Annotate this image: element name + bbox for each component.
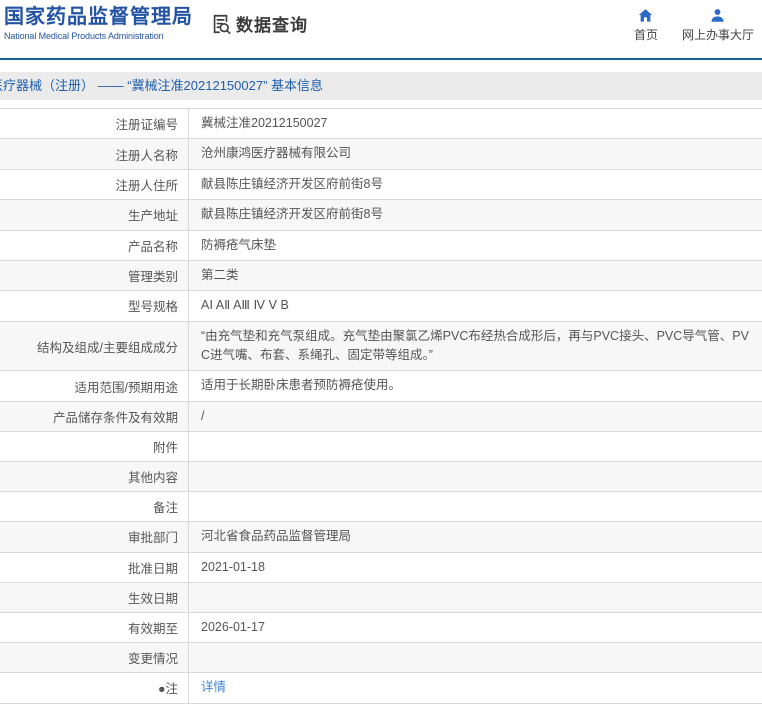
detail-link[interactable]: 详情 [201,680,226,694]
row-label: 其他内容 [0,462,189,492]
row-value [189,492,762,522]
nmpa-logo: 国家药品监督管理局 National Medical Products Admi… [4,7,192,41]
breadcrumb: 医疗器械（注册） —— “冀械注准20212150027” 基本信息 [0,72,762,100]
page-header: 国家药品监督管理局 National Medical Products Admi… [0,0,762,60]
table-row: ●注详情 [0,673,762,703]
row-value: 2021-01-18 [189,552,762,582]
table-row: 注册人住所献县陈庄镇经济开发区府前街8号 [0,169,762,199]
table-row: 管理类别第二类 [0,260,762,290]
row-label: 附件 [0,432,189,462]
row-label: 产品名称 [0,230,189,260]
nav-service-hall-label: 网上办事大厅 [682,26,754,43]
row-value: 防褥疮气床垫 [189,230,762,260]
table-row: 批准日期2021-01-18 [0,552,762,582]
row-label: 注册证编号 [0,109,189,139]
info-table-body: 注册证编号冀械注准20212150027注册人名称沧州康鸿医疗器械有限公司注册人… [0,109,762,704]
table-row: 注册证编号冀械注准20212150027 [0,109,762,139]
user-icon [710,8,725,23]
row-value [189,462,762,492]
data-query-label: 数据查询 [236,11,308,36]
table-row: 型号规格AⅠ AⅡ AⅢ Ⅳ Ⅴ B [0,291,762,321]
row-value [189,643,762,673]
home-icon [638,8,653,23]
table-row: 注册人名称沧州康鸿医疗器械有限公司 [0,139,762,169]
row-label: 注册人名称 [0,139,189,169]
row-value: 献县陈庄镇经济开发区府前街8号 [189,200,762,230]
row-label: 结构及组成/主要组成成分 [0,321,189,371]
logo-subtitle: National Medical Products Administration [4,32,192,41]
row-value: 第二类 [189,260,762,290]
row-value [189,582,762,612]
row-label: 型号规格 [0,291,189,321]
row-value [189,432,762,462]
table-row: 附件 [0,432,762,462]
row-label: 生产地址 [0,200,189,230]
table-row: 有效期至2026-01-17 [0,612,762,642]
row-label: 管理类别 [0,260,189,290]
row-label: 变更情况 [0,643,189,673]
header-nav: 首页 网上办事大厅 [634,8,754,43]
row-label: 注册人住所 [0,169,189,199]
row-label: 生效日期 [0,582,189,612]
row-value: 沧州康鸿医疗器械有限公司 [189,139,762,169]
row-label: 有效期至 [0,612,189,642]
table-row: 审批部门河北省食品药品监督管理局 [0,522,762,552]
table-row: 适用范围/预期用途适用于长期卧床患者预防褥疮使用。 [0,371,762,401]
nav-home-label: 首页 [634,26,658,43]
row-label: 审批部门 [0,522,189,552]
row-label: ●注 [0,673,189,703]
table-row: 备注 [0,492,762,522]
table-row: 产品名称防褥疮气床垫 [0,230,762,260]
nav-home[interactable]: 首页 [634,8,658,43]
row-value: / [189,401,762,431]
table-row: 产品储存条件及有效期/ [0,401,762,431]
row-label: 批准日期 [0,552,189,582]
table-row: 生效日期 [0,582,762,612]
table-row: 变更情况 [0,643,762,673]
row-value: 冀械注准20212150027 [189,109,762,139]
row-value: 献县陈庄镇经济开发区府前街8号 [189,169,762,199]
row-value: “由充气垫和充气泵组成。充气垫由聚氯乙烯PVC布经热合成形后，再与PVC接头、P… [189,321,762,371]
row-label: 产品储存条件及有效期 [0,401,189,431]
table-row: 其他内容 [0,462,762,492]
row-label: 备注 [0,492,189,522]
row-value: 2026-01-17 [189,612,762,642]
row-value: 详情 [189,673,762,703]
logo-title: 国家药品监督管理局 [4,7,192,27]
data-query-icon [210,13,232,35]
data-query-title: 数据查询 [210,11,308,36]
breadcrumb-text: 医疗器械（注册） —— “冀械注准20212150027” 基本信息 [0,72,323,100]
row-value: 适用于长期卧床患者预防褥疮使用。 [189,371,762,401]
table-row: 结构及组成/主要组成成分“由充气垫和充气泵组成。充气垫由聚氯乙烯PVC布经热合成… [0,321,762,371]
row-value: AⅠ AⅡ AⅢ Ⅳ Ⅴ B [189,291,762,321]
row-label: 适用范围/预期用途 [0,371,189,401]
row-value: 河北省食品药品监督管理局 [189,522,762,552]
nav-service-hall[interactable]: 网上办事大厅 [682,8,754,43]
table-row: 生产地址献县陈庄镇经济开发区府前街8号 [0,200,762,230]
info-table: 注册证编号冀械注准20212150027注册人名称沧州康鸿医疗器械有限公司注册人… [0,108,762,704]
